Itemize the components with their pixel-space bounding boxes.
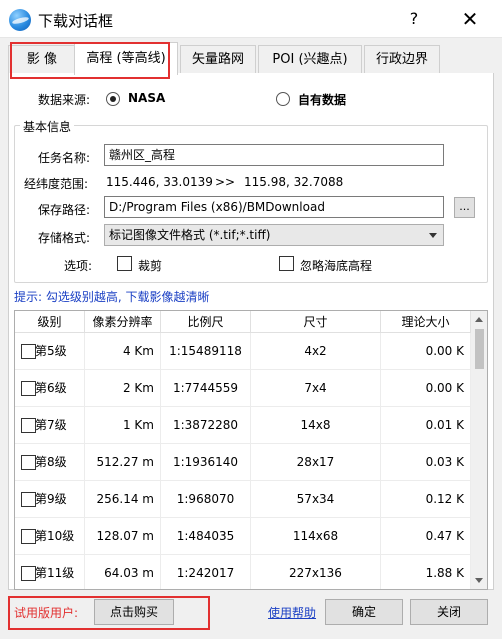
- tab-admin-boundary[interactable]: 行政边界: [364, 45, 440, 74]
- cell-size: 7x4: [251, 370, 381, 407]
- cell-resolution: 512.27 m: [85, 444, 161, 481]
- cell-size: 14x8: [251, 407, 381, 444]
- cell-scale: 1:484035: [161, 518, 251, 555]
- browse-button[interactable]: ...: [454, 197, 475, 218]
- save-path-input[interactable]: D:/Program Files (x86)/BMDownload: [104, 196, 444, 218]
- format-select[interactable]: 标记图像文件格式 (*.tif;*.tiff): [104, 224, 444, 246]
- radio-own-data-label: 自有数据: [298, 93, 347, 107]
- chevron-down-icon: [429, 233, 437, 238]
- scroll-up-icon[interactable]: [475, 317, 483, 322]
- level-table: 级别 像素分辨率 比例尺 尺寸 理论大小 第5级 4 Km 1:15489118 4x…: [14, 310, 488, 590]
- close-icon[interactable]: ✕: [458, 7, 482, 31]
- cell-size: 57x34: [251, 481, 381, 518]
- window-title: 下载对话框: [38, 12, 114, 30]
- cell-scale: 1:1936140: [161, 444, 251, 481]
- range-from: 115.446, 33.0139: [106, 175, 213, 189]
- table-row[interactable]: 第5级 4 Km 1:15489118 4x2 0.00 K: [15, 333, 471, 370]
- save-path-label: 保存路径:: [38, 203, 91, 217]
- crop-checkbox[interactable]: [117, 256, 132, 271]
- cell-theory-size: 0.00 K: [381, 333, 471, 370]
- cell-level: 第5级: [15, 333, 85, 370]
- cell-resolution: 2 Km: [85, 370, 161, 407]
- cell-size: 28x17: [251, 444, 381, 481]
- cell-scale: 1:242017: [161, 555, 251, 589]
- cell-resolution: 128.07 m: [85, 518, 161, 555]
- cell-scale: 1:7744559: [161, 370, 251, 407]
- range-to: 115.98, 32.7088: [244, 175, 344, 189]
- scroll-down-icon[interactable]: [475, 578, 483, 583]
- col-resolution[interactable]: 像素分辨率: [85, 311, 161, 333]
- radio-own-data[interactable]: [276, 92, 290, 106]
- cell-level: 第7级: [15, 407, 85, 444]
- trial-user-label: 试用版用户:: [14, 606, 79, 620]
- app-globe-icon: [9, 9, 31, 31]
- col-level[interactable]: 级别: [15, 311, 85, 333]
- options-label: 选项:: [64, 259, 93, 273]
- format-label: 存储格式:: [38, 231, 91, 245]
- radio-nasa[interactable]: [106, 92, 120, 106]
- table-header: 级别 像素分辨率 比例尺 尺寸 理论大小: [15, 311, 471, 333]
- source-label: 数据来源:: [38, 93, 91, 107]
- cell-resolution: 1 Km: [85, 407, 161, 444]
- cell-theory-size: 0.00 K: [381, 370, 471, 407]
- ok-button[interactable]: 确定: [325, 599, 403, 625]
- cell-resolution: 64.03 m: [85, 555, 161, 589]
- ignore-seabed-checkbox[interactable]: [279, 256, 294, 271]
- tab-poi[interactable]: POI (兴趣点): [258, 45, 362, 74]
- table-row[interactable]: 第10级 128.07 m 1:484035 114x68 0.47 K: [15, 518, 471, 555]
- cell-theory-size: 0.03 K: [381, 444, 471, 481]
- tab-elevation[interactable]: 高程 (等高线): [74, 42, 178, 75]
- cell-theory-size: 0.01 K: [381, 407, 471, 444]
- cell-theory-size: 0.12 K: [381, 481, 471, 518]
- table-row[interactable]: 第9级 256.14 m 1:968070 57x34 0.12 K: [15, 481, 471, 518]
- task-name-label: 任务名称:: [38, 151, 91, 165]
- cell-resolution: 4 Km: [85, 333, 161, 370]
- tab-imagery[interactable]: 影 像: [8, 45, 76, 74]
- radio-nasa-label: NASA: [128, 91, 166, 105]
- help-button[interactable]: ?: [402, 7, 426, 31]
- cell-level: 第8级: [15, 444, 85, 481]
- col-theory-size[interactable]: 理论大小: [381, 311, 471, 333]
- range-arrow: >>: [215, 175, 236, 189]
- cell-size: 227x136: [251, 555, 381, 589]
- table-row[interactable]: 第11级 64.03 m 1:242017 227x136 1.88 K: [15, 555, 471, 589]
- cell-scale: 1:968070: [161, 481, 251, 518]
- crop-label: 裁剪: [138, 259, 163, 273]
- range-label: 经纬度范围:: [24, 177, 89, 191]
- table-row[interactable]: 第7级 1 Km 1:3872280 14x8 0.01 K: [15, 407, 471, 444]
- col-size[interactable]: 尺寸: [251, 311, 381, 333]
- ignore-seabed-label: 忽略海底高程: [300, 259, 373, 273]
- cell-scale: 1:15489118: [161, 333, 251, 370]
- task-name-input[interactable]: 赣州区_高程: [104, 144, 444, 166]
- cell-theory-size: 1.88 K: [381, 555, 471, 589]
- cell-scale: 1:3872280: [161, 407, 251, 444]
- basic-info-title: 基本信息: [20, 118, 75, 135]
- format-select-value: 标记图像文件格式 (*.tif;*.tiff): [109, 228, 271, 242]
- table-row[interactable]: 第8级 512.27 m 1:1936140 28x17 0.03 K: [15, 444, 471, 481]
- close-button[interactable]: 关闭: [410, 599, 488, 625]
- table-row[interactable]: 第6级 2 Km 1:7744559 7x4 0.00 K: [15, 370, 471, 407]
- col-scale[interactable]: 比例尺: [161, 311, 251, 333]
- cell-level: 第11级: [15, 555, 85, 589]
- cell-resolution: 256.14 m: [85, 481, 161, 518]
- cell-theory-size: 0.47 K: [381, 518, 471, 555]
- help-link[interactable]: 使用帮助: [268, 604, 316, 621]
- cell-size: 4x2: [251, 333, 381, 370]
- scroll-thumb[interactable]: [475, 329, 484, 369]
- buy-button[interactable]: 点击购买: [94, 599, 174, 625]
- hint-text: 提示: 勾选级别越高, 下载影像越清晰: [14, 290, 210, 304]
- cell-size: 114x68: [251, 518, 381, 555]
- cell-level: 第10级: [15, 518, 85, 555]
- cell-level: 第9级: [15, 481, 85, 518]
- cell-level: 第6级: [15, 370, 85, 407]
- tab-vector-roads[interactable]: 矢量路网: [180, 45, 256, 74]
- tab-bar: 影 像 高程 (等高线) 矢量路网 POI (兴趣点) 行政边界: [8, 42, 494, 75]
- title-bar: 下载对话框 ? ✕: [0, 0, 502, 38]
- table-scrollbar[interactable]: [471, 311, 487, 589]
